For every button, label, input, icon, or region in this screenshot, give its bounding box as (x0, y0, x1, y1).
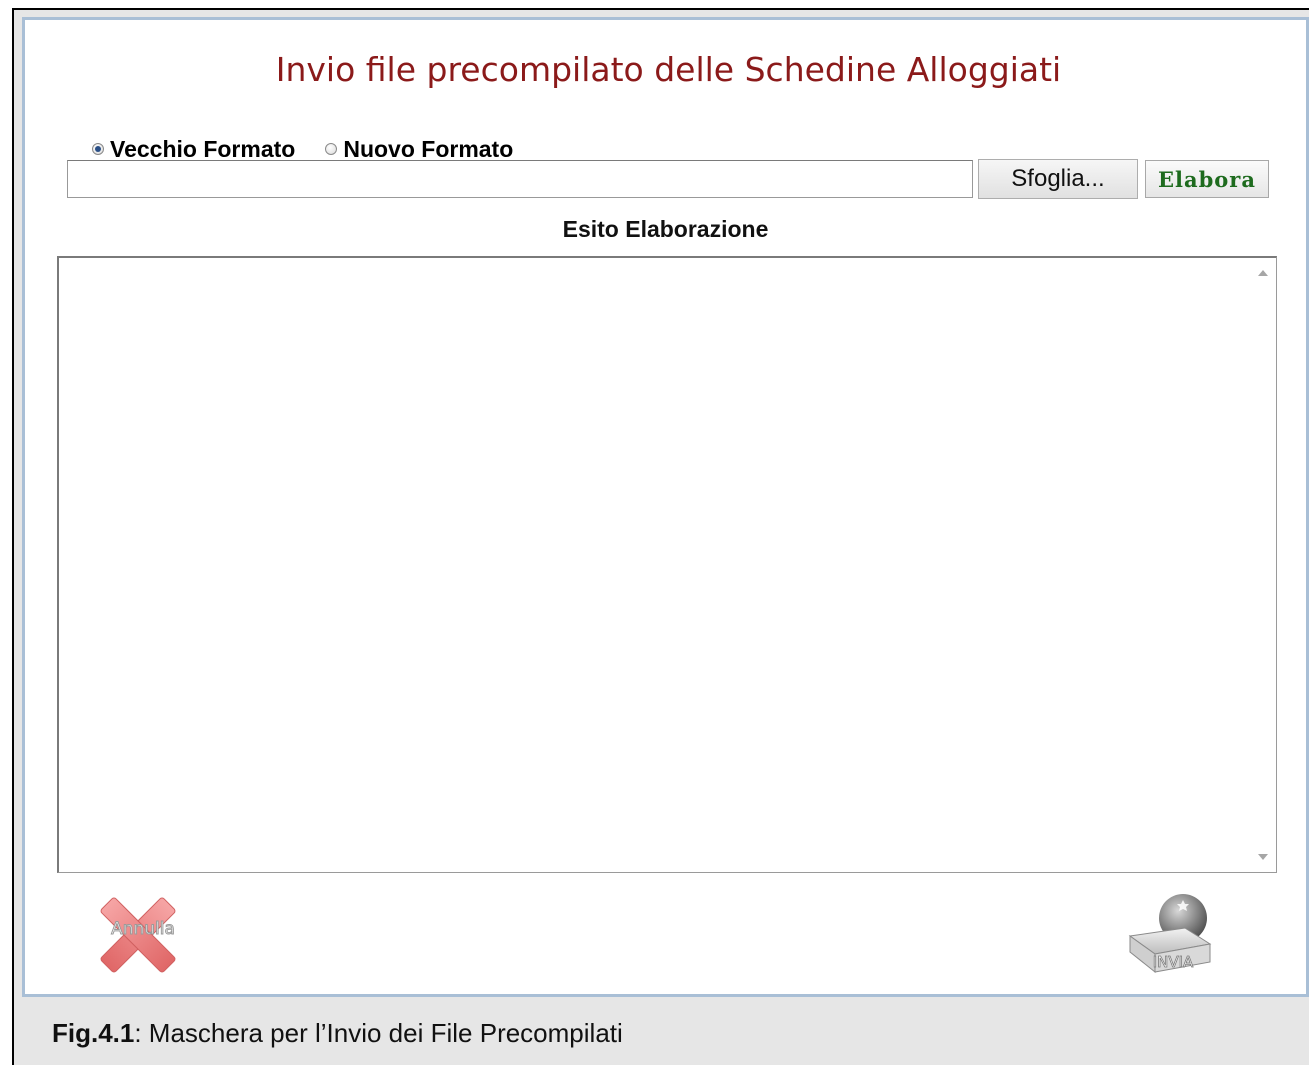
figure-label: Fig.4.1 (52, 1018, 135, 1048)
cancel-button[interactable]: Annulla (88, 890, 198, 980)
window-title: Invio file precompilato delle Schedine A… (275, 50, 1062, 89)
output-text (59, 258, 1276, 270)
scroll-down-arrow-icon[interactable] (1258, 854, 1268, 860)
cancel-label: Annulla (111, 919, 175, 939)
radio-button-vecchio-formato[interactable] (92, 143, 104, 155)
process-button[interactable]: Elabora (1145, 160, 1269, 198)
radio-button-nuovo-formato[interactable] (325, 143, 338, 155)
send-label: INVIA (1153, 953, 1194, 971)
radio-option-vecchio-formato[interactable]: Vecchio Formato (92, 136, 295, 163)
vertical-scrollbar[interactable] (1250, 258, 1276, 872)
radio-option-nuovo-formato[interactable]: Nuovo Formato (325, 136, 513, 163)
browse-button[interactable]: Sfoglia... (978, 159, 1138, 199)
cancel-x-icon: Annulla (100, 897, 176, 973)
figure-caption-text: : Maschera per l’Invio dei File Precompi… (134, 1018, 623, 1048)
radio-label-vecchio-formato: Vecchio Formato (110, 135, 296, 162)
output-textarea[interactable] (57, 256, 1277, 873)
output-heading: Esito Elaborazione (562, 216, 769, 242)
file-path-input[interactable] (67, 160, 973, 198)
send-button[interactable]: INVIA (1125, 888, 1220, 974)
scroll-up-arrow-icon[interactable] (1258, 270, 1268, 276)
format-radio-group: Vecchio Formato Nuovo Formato (92, 136, 543, 162)
figure-caption: Fig.4.1: Maschera per l’Invio dei File P… (52, 1018, 623, 1049)
radio-label-nuovo-formato: Nuovo Formato (343, 135, 514, 162)
send-envelope-icon: INVIA (1128, 894, 1212, 974)
